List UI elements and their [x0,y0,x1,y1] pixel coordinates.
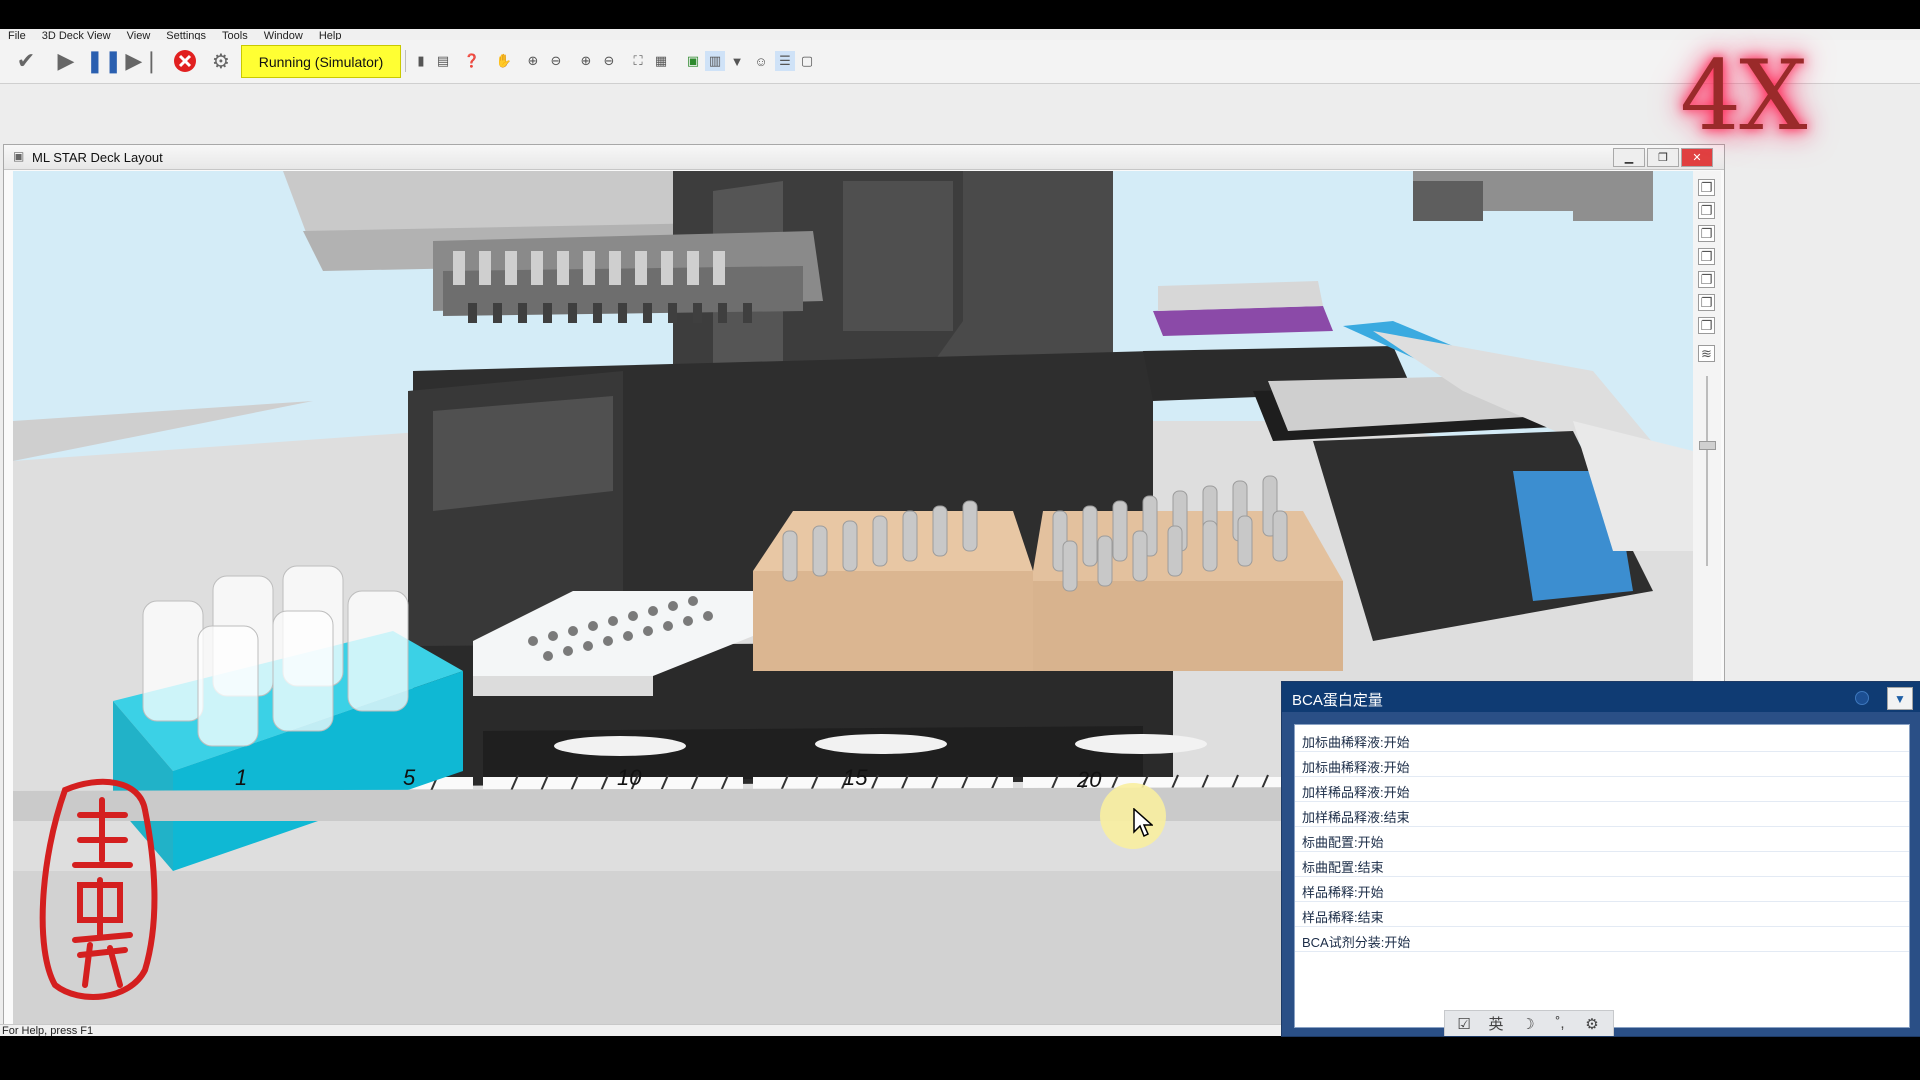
log-entry: 加样稀品释液:开始 [1295,777,1909,802]
window-icon[interactable]: ▢ [797,51,817,71]
track-label-15: 15 [843,765,868,790]
log-entry: 样品稀释:开始 [1295,877,1909,902]
collapse-icon[interactable]: ▼ [1887,687,1913,710]
menu-help[interactable]: Help [319,31,342,41]
view-left-icon[interactable]: ❐ [1698,225,1715,242]
menu-3d-deck-view[interactable]: 3D Deck View [42,31,111,41]
layout-icon[interactable]: ▦ [651,51,671,71]
folder-icon[interactable]: ▤ [433,51,453,71]
maximize-button[interactable]: ❐ [1647,148,1679,167]
log-entry-text: 加标曲稀释液:开始 [1302,760,1410,775]
log-entry: 标曲配置:开始 [1295,827,1909,852]
menu-settings[interactable]: Settings [166,31,206,41]
playback-speed-overlay: 4X [1680,40,1807,152]
seal-stamp-icon [39,778,158,1000]
list-icon[interactable]: ☰ [775,51,795,71]
carrier-icon[interactable]: ▥ [705,51,725,71]
menu-file[interactable]: File [8,31,26,41]
track-label-1: 1 [235,765,248,790]
log-panel: BCA蛋白定量 ▼ 加标曲稀释液:开始 加标曲稀释液:开始 加样稀品释液:开始 … [1281,681,1920,1037]
log-panel-titlebar[interactable]: BCA蛋白定量 ▼ [1282,682,1920,712]
layers-icon[interactable]: ≋ [1698,345,1715,362]
deck-window-titlebar[interactable]: ▣ ML STAR Deck Layout ▁ ❐ ✕ [4,145,1724,170]
log-list: 加标曲稀释液:开始 加标曲稀释液:开始 加样稀品释液:开始 加样稀品释液:结束 … [1294,724,1910,1028]
tip-icon[interactable]: ▼ [727,51,747,71]
menu-window[interactable]: Window [264,31,303,41]
device-icon[interactable]: ▮ [411,51,431,71]
pause-icon[interactable]: ❚❚ [86,46,123,76]
play-icon[interactable]: ▶ [51,46,81,76]
main-toolbar: ✔ ▶ ❚❚ ▶❘ ⚙ Running (Simulator) ▮ ▤ ❓ ✋ … [0,40,1920,84]
help-icon[interactable]: ❓ [462,51,482,71]
step-icon[interactable]: ▶❘ [125,46,160,76]
deck-icon[interactable]: ▣ [683,51,703,71]
log-entry-text: 加样稀品释液:结束 [1302,810,1410,825]
user-icon[interactable]: ☺ [751,51,771,71]
log-entry: BCA试剂分装:开始 [1295,927,1909,952]
track-label-10: 10 [617,765,642,790]
zoom-in-icon[interactable]: ⊕ [523,51,543,71]
menu-view[interactable]: View [127,31,151,41]
log-entry-text: 标曲配置:结束 [1302,860,1384,875]
punctuation-icon[interactable]: ˚, [1545,1013,1575,1034]
log-entry-text: BCA试剂分装:开始 [1302,935,1411,950]
fit-view-icon[interactable]: ⛶ [628,51,648,71]
view-bottom-icon[interactable]: ❐ [1698,294,1715,311]
log-entry-text: 标曲配置:开始 [1302,835,1384,850]
status-dot-icon [1855,691,1869,705]
log-entry: 样品稀释:结束 [1295,902,1909,927]
add-icon[interactable]: ⊕ [576,51,596,71]
log-entry: 加标曲稀释液:开始 [1295,727,1909,752]
log-entry: 加标曲稀释液:开始 [1295,752,1909,777]
zoom-slider-track[interactable] [1706,376,1708,566]
menu-tools[interactable]: Tools [222,31,248,41]
zoom-out-icon[interactable]: ⊖ [546,51,566,71]
log-entry: 加样稀品释液:结束 [1295,802,1909,827]
remove-icon[interactable]: ⊖ [599,51,619,71]
mouse-pointer-icon [1133,808,1153,838]
menu-bar: File 3D Deck View View Settings Tools Window H… [0,29,1920,40]
deck-window-icon: ▣ [13,149,25,163]
status-text: For Help, press F1 [2,1025,94,1036]
gear-icon[interactable]: ⚙ [206,46,236,76]
moon-icon[interactable]: ☽ [1513,1013,1543,1034]
view-top-icon[interactable]: ❐ [1698,271,1715,288]
zoom-slider-thumb[interactable] [1699,441,1716,450]
ime-language-toggle[interactable]: 英 [1481,1013,1511,1034]
view-iso-icon[interactable]: ❐ [1698,317,1715,334]
ime-check-icon[interactable]: ☑ [1449,1013,1479,1034]
log-panel-title: BCA蛋白定量 [1292,692,1383,709]
view-right-icon[interactable]: ❐ [1698,248,1715,265]
track-label-20: 20 [1077,767,1102,792]
toolbar-separator [405,50,406,72]
deck-window-title: ML STAR Deck Layout [32,150,163,165]
log-entry-text: 加样稀品释液:开始 [1302,785,1410,800]
run-status-indicator: Running (Simulator) [241,45,401,78]
minimize-button[interactable]: ▁ [1613,148,1645,167]
pan-icon[interactable]: ✋ [494,51,514,71]
ime-toolbar: ☑ 英 ☽ ˚, ⚙ [1444,1010,1614,1036]
view-front-icon[interactable]: ❐ [1698,179,1715,196]
ime-settings-icon[interactable]: ⚙ [1577,1013,1607,1034]
log-entry-text: 加标曲稀释液:开始 [1302,735,1410,750]
log-entry: 标曲配置:结束 [1295,852,1909,877]
log-entry-text: 样品稀释:结束 [1302,910,1384,925]
check-icon[interactable]: ✔ [11,46,41,76]
log-entry-text: 样品稀释:开始 [1302,885,1384,900]
abort-icon[interactable] [170,46,200,76]
view-back-icon[interactable]: ❐ [1698,202,1715,219]
track-label-5: 5 [403,765,416,790]
